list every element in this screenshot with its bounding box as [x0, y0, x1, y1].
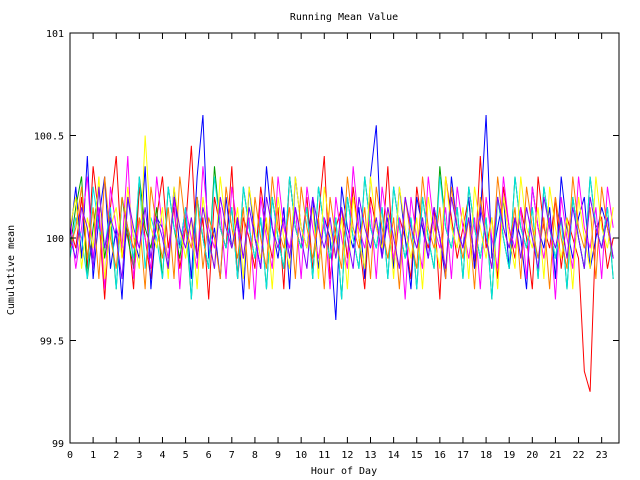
- series-layer: [69, 114, 614, 392]
- x-tick-label: 8: [252, 450, 258, 461]
- x-tick-label: 4: [159, 450, 165, 461]
- x-tick-label: 14: [388, 450, 400, 461]
- x-tick-label: 18: [480, 450, 492, 461]
- y-tick-label: 101: [46, 29, 64, 40]
- chart-svg: Running Mean Value 9999.5100100.5101 012…: [6, 12, 620, 477]
- x-tick-label: 1: [90, 450, 96, 461]
- x-tick-label: 3: [136, 450, 142, 461]
- x-tick-label: 23: [596, 450, 608, 461]
- y-tick-label: 100.5: [34, 132, 64, 143]
- x-tick-label: 21: [549, 450, 561, 461]
- x-tick-label: 7: [229, 450, 235, 461]
- x-tick-label: 16: [434, 450, 446, 461]
- x-tick-label: 22: [573, 450, 585, 461]
- x-tick-label: 20: [526, 450, 538, 461]
- x-tick-label: 10: [295, 450, 307, 461]
- x-tick-label: 11: [318, 450, 330, 461]
- x-tick-label: 17: [457, 450, 469, 461]
- x-tick-label: 5: [183, 450, 189, 461]
- y-tick-label: 99.5: [40, 337, 64, 348]
- chart-title: Running Mean Value: [290, 12, 398, 23]
- y-axis-label: Cumulative mean: [6, 225, 17, 315]
- y-tick-label: 99: [52, 439, 64, 450]
- x-tick-label: 15: [411, 450, 423, 461]
- x-tick-label: 9: [275, 450, 281, 461]
- x-tick-label: 19: [503, 450, 515, 461]
- x-tick-label: 2: [113, 450, 119, 461]
- y-tick-label: 100: [46, 234, 64, 245]
- x-tick-label: 13: [364, 450, 376, 461]
- x-tick-label: 6: [206, 450, 212, 461]
- chart: Running Mean Value 99 99.5 100 100.5 101 012…: [0, 0, 640, 480]
- x-axis-label: Hour of Day: [311, 466, 377, 477]
- x-tick-label: 0: [67, 450, 73, 461]
- x-tick-label: 12: [341, 450, 353, 461]
